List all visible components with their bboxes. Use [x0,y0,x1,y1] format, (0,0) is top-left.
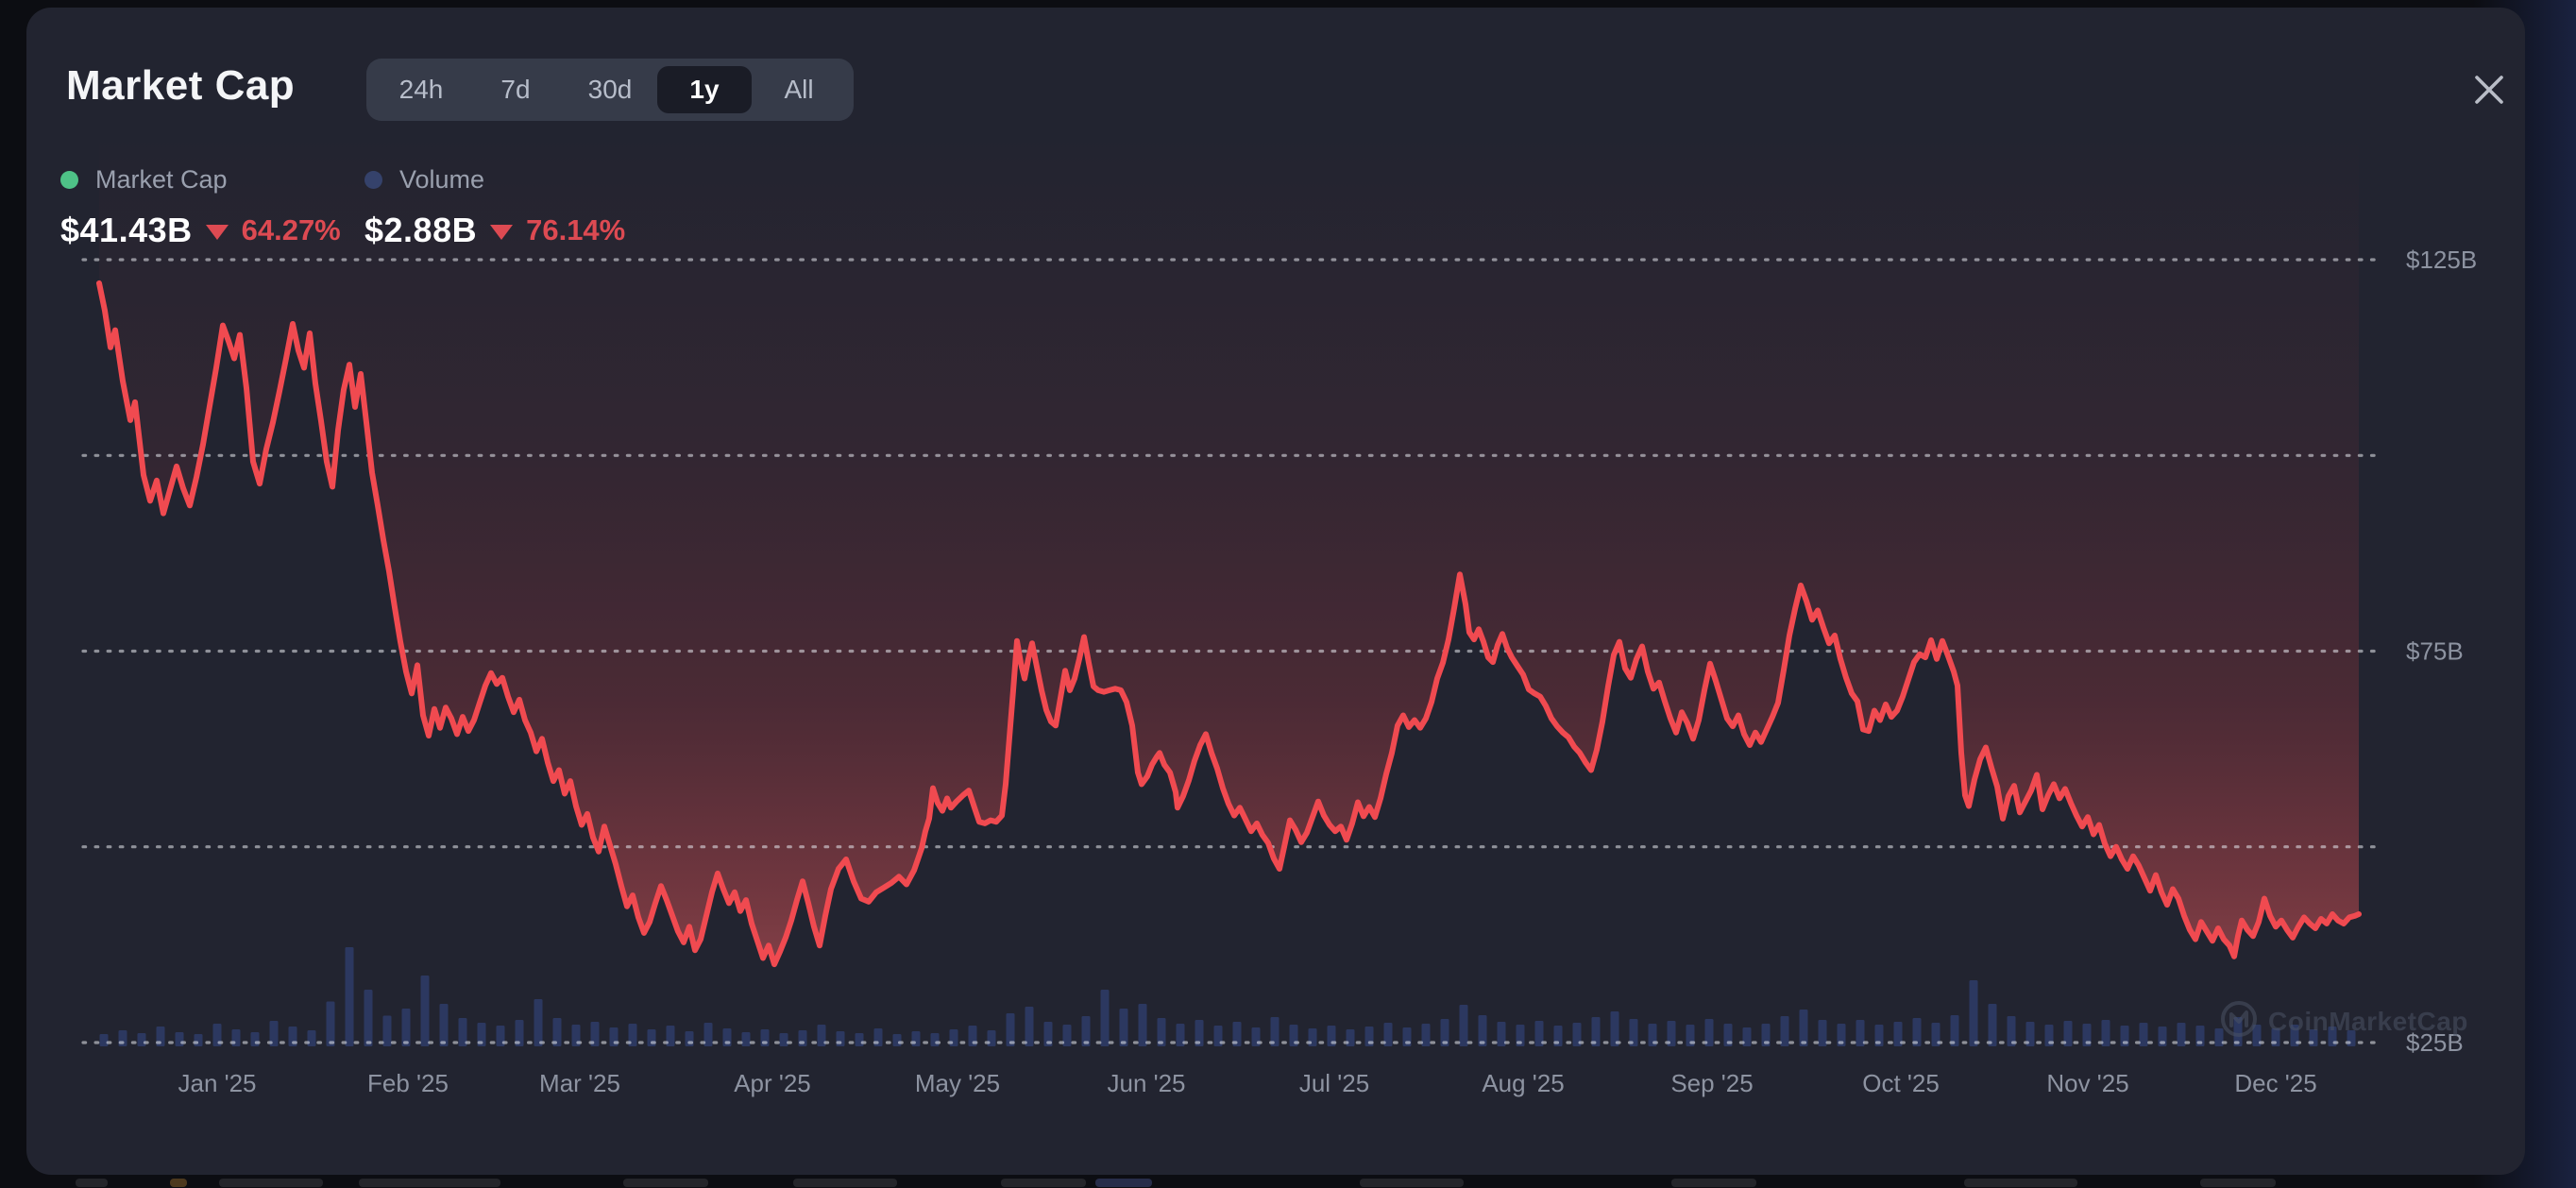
volume-bar [892,1034,902,1046]
volume-bar [1138,1004,1147,1046]
x-axis-label: Mar '25 [539,1069,620,1097]
volume-bar [175,1032,184,1046]
coinmarketcap-watermark: CoinMarketCap [2219,999,2468,1044]
volume-bar [1969,980,1978,1046]
background-page-sliver [76,1179,108,1187]
volume-bar [741,1032,751,1046]
coinmarketcap-logo-icon [2219,999,2259,1044]
legend-market-cap[interactable]: Market Cap $41.43B 64.27% [60,162,341,251]
volume-bar [1818,1020,1827,1046]
volume-bar [364,990,373,1046]
x-axis-label: Feb '25 [367,1069,449,1097]
volume-label: Volume [399,164,485,194]
tab-30d[interactable]: 30d [563,66,657,113]
x-axis-label: Sep '25 [1670,1069,1753,1097]
background-page-sliver [793,1179,897,1187]
x-axis-label: Jan '25 [178,1069,256,1097]
x-axis-label: Aug '25 [1482,1069,1564,1097]
volume-bar [194,1034,203,1046]
volume-bar [1459,1005,1468,1046]
y-axis-label-75b: $75B [2406,637,2464,666]
volume-bar [2177,1023,2186,1046]
background-page-sliver [170,1179,187,1187]
tab-all[interactable]: All [752,66,846,113]
market-cap-area-fill [99,132,2359,965]
background-page-sliver [219,1179,323,1187]
volume-bar [1780,1016,1789,1046]
x-axis-label: Oct '25 [1862,1069,1940,1097]
x-axis-label: Jul '25 [1299,1069,1369,1097]
background-page-sliver [1671,1179,1756,1187]
volume-bar [99,1034,109,1046]
close-button[interactable] [2461,62,2517,119]
market-cap-value: $41.43B [60,211,193,249]
volume-bar [420,976,430,1046]
background-page-sliver [359,1179,500,1187]
volume-value: $2.88B [364,211,478,249]
volume-bar [1799,1010,1808,1046]
volume-bar [137,1033,146,1046]
background-page-sliver [1095,1179,1152,1187]
volume-bar [401,1009,411,1046]
volume-bar [2139,1023,2148,1046]
background-page-sliver [1964,1179,2077,1187]
volume-bar [345,947,354,1046]
x-axis-label: Jun '25 [1107,1069,1185,1097]
close-icon [2473,74,2505,109]
volume-bar [855,1033,864,1046]
volume-bar [1988,1004,1997,1046]
volume-bar [1100,990,1110,1046]
time-range-tabbar: 24h 7d 30d 1y All [366,59,854,121]
volume-bar [326,1001,335,1046]
volume-bar [836,1031,845,1046]
legend-volume[interactable]: Volume $2.88B 76.14% [364,162,625,251]
y-axis-label-125b: $125B [2406,246,2477,274]
volume-bar [439,1004,449,1046]
page-title: Market Cap [66,62,296,109]
volume-bar [382,1015,392,1046]
background-page-sliver [2200,1179,2276,1187]
market-cap-change: 64.27% [241,213,341,246]
volume-dot-icon [364,170,382,189]
background-page-sliver [1001,1179,1086,1187]
watermark-text: CoinMarketCap [2268,1006,2468,1036]
down-triangle-icon [205,225,229,240]
market-cap-dot-icon [60,170,78,189]
volume-bar [779,1033,788,1046]
volume-bar [1025,1007,1034,1046]
volume-bar [930,1033,940,1046]
page-background: $125B $75B $25B Jan '25 Feb '25 Mar '25 Apr '2… [0,0,2576,1188]
background-page-sliver [1360,1179,1464,1187]
tab-7d[interactable]: 7d [468,66,563,113]
volume-bar [250,1032,260,1046]
volume-bar [1119,1009,1128,1046]
tab-24h[interactable]: 24h [374,66,468,113]
x-axis-label: Dec '25 [2234,1069,2316,1097]
down-triangle-icon [490,225,514,240]
background-page-sliver [623,1179,708,1187]
volume-bar [534,999,543,1046]
tab-1y[interactable]: 1y [657,66,752,113]
x-axis-label: Apr '25 [734,1069,811,1097]
x-axis-label: May '25 [915,1069,1000,1097]
market-cap-label: Market Cap [95,164,228,194]
volume-change: 76.14% [526,213,626,246]
x-axis-label: Nov '25 [2046,1069,2128,1097]
